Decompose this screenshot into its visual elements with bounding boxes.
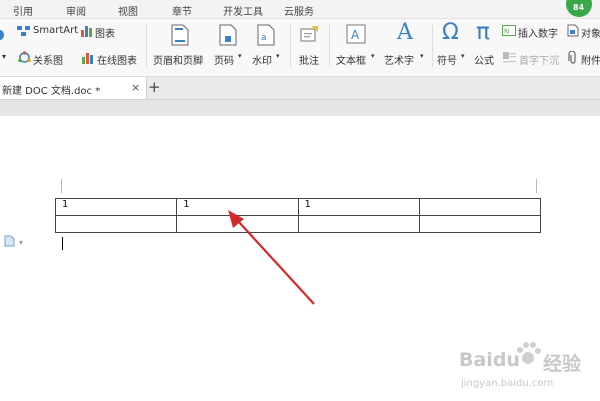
watermark-url: jingyan.baidu.com [461, 378, 554, 389]
watermark-brand: Baidu [459, 349, 520, 371]
baidu-jingyan-watermark: Baidu 经验 jingyan.baidu.com [455, 333, 595, 395]
watermark-brand-cn: 经验 [543, 353, 582, 375]
paw-icon [517, 342, 541, 364]
